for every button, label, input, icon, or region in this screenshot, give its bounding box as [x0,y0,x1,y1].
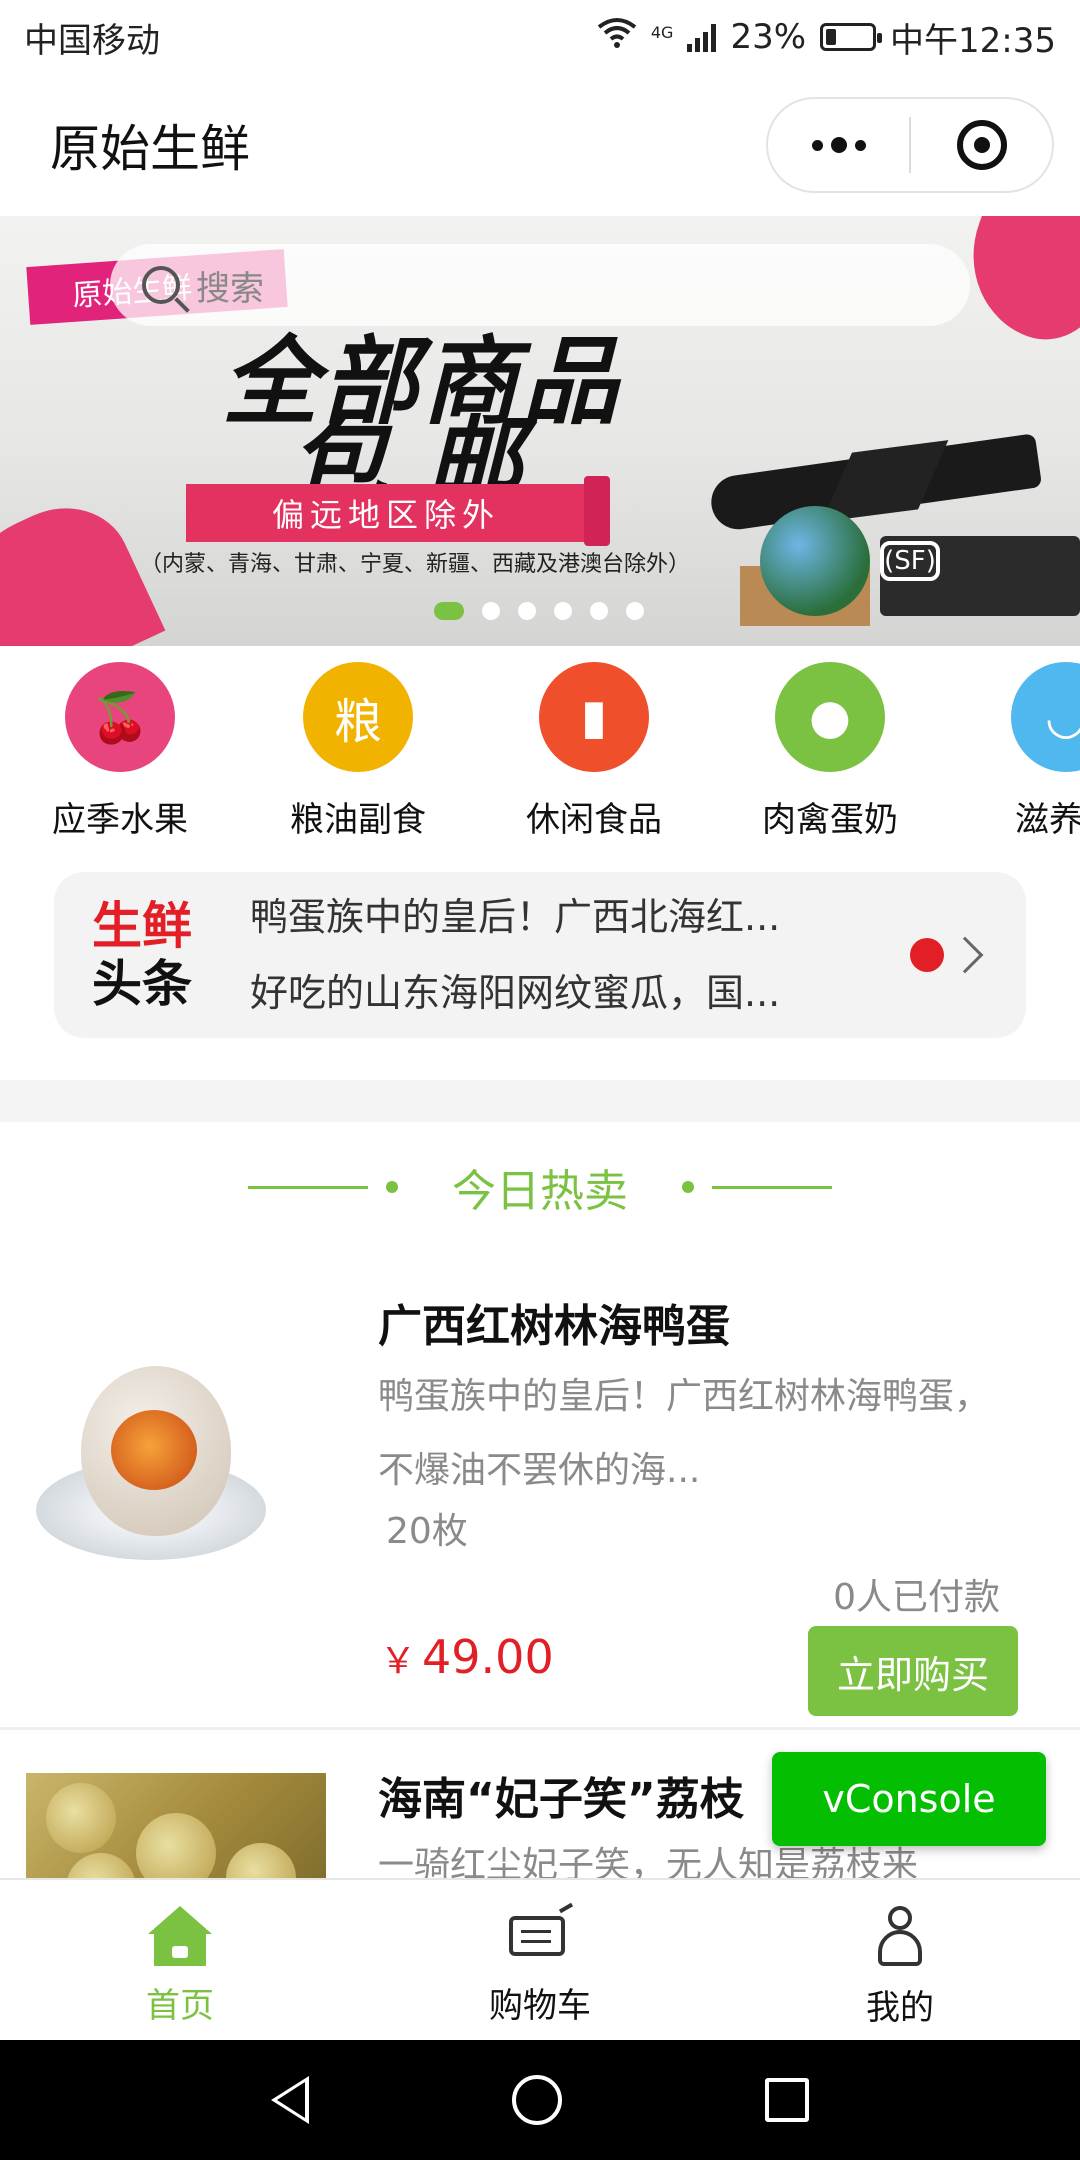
product-name[interactable]: 海南“妃子笑”荔枝 [378,1763,744,1827]
promo-banner[interactable]: 原始生鲜 搜索 全部商品 包邮 偏远地区除外 （内蒙、青海、甘肃、宁夏、新疆、西… [0,216,1080,646]
page-title: 原始生鲜 [50,120,250,178]
globe-image [760,506,870,616]
cherry-icon: 🍒 [65,662,175,772]
fries-icon: ▮ [539,662,649,772]
category-label: 滋养健 [1015,800,1080,840]
carousel-dot[interactable] [590,602,608,620]
paint-roller [584,476,610,546]
tab-cart[interactable]: 购物车 [360,1880,720,2040]
home-icon [148,1906,212,1966]
product-name[interactable]: 广西红树林海鸭蛋 [378,1290,730,1354]
section-heading: 今日热卖 [0,1152,1080,1222]
paid-count: 0人已付款 [833,1577,1000,1618]
banner-stripe-text: 偏远地区除外 [186,484,586,542]
signal-icon [687,22,717,52]
product-image-duck-egg[interactable] [26,1350,266,1590]
category-item[interactable]: ● 肉禽蛋奶 [730,662,930,841]
category-row: 🍒 应季水果 粮粮油副食 ▮ 休闲食品 ● 肉禽蛋奶 ◡ 滋养健 [0,646,1080,856]
search-icon [142,266,180,304]
carousel-dot[interactable] [518,602,536,620]
category-label: 休闲食品 [526,800,662,840]
more-button[interactable] [768,99,909,191]
user-icon [870,1906,930,1968]
category-label: 粮油副食 [290,800,426,840]
section-title: 今日热卖 [452,1166,628,1217]
carrier-label: 中国移动 [24,20,160,61]
product-description: 鸭蛋族中的皇后！广西红树林海鸭蛋，不爆油不罢休的海... [378,1376,991,1491]
category-label: 应季水果 [52,800,188,840]
news-logo-line1: 生鲜 [92,897,192,955]
clock: 中午12:35 [890,20,1056,61]
recent-apps-icon[interactable] [764,2078,809,2122]
vconsole-button[interactable]: vConsole [772,1752,1046,1846]
news-item[interactable]: 好吃的山东海阳网纹蜜瓜，国... [250,955,830,1031]
unread-dot [910,938,944,972]
tab-home-label: 首页 [146,1986,214,2026]
currency-symbol: ￥ [380,1641,417,1682]
battery-percent: 23% [730,17,807,57]
heading-line-right [712,1185,832,1189]
category-item[interactable]: 粮粮油副食 [258,662,458,841]
airplane-wing [821,440,949,522]
carousel-dot[interactable] [626,602,644,620]
status-bar: 中国移动 4G 23% 中午12:35 [0,0,1080,74]
carousel-dot[interactable] [434,602,464,620]
news-logo-line2: 头条 [92,955,192,1013]
heading-dot-left [386,1181,398,1193]
bowl-icon: ◡ [1011,662,1080,772]
category-label: 肉禽蛋奶 [762,800,898,840]
close-mini-program-button[interactable] [911,99,1052,191]
buy-now-button[interactable]: 立即购买 [808,1626,1018,1716]
section-gap [0,1080,1080,1122]
carousel-dot[interactable] [482,602,500,620]
capsule-menu [766,97,1054,193]
category-item[interactable]: 🍒 应季水果 [20,662,220,841]
news-lines: 鸭蛋族中的皇后！广西北海红... 好吃的山东海阳网纹蜜瓜，国... [240,879,910,1031]
carousel-indicators[interactable] [434,602,644,620]
category-item[interactable]: ◡ 滋养健 [966,662,1080,841]
system-navigation-bar [0,2040,1080,2160]
search-placeholder: 搜索 [196,268,264,309]
home-circle-icon[interactable] [511,2075,562,2125]
cart-icon [505,1902,575,1966]
status-icons: 4G 23% 中午12:35 [597,13,1056,62]
product-card[interactable]: 广西红树林海鸭蛋 鸭蛋族中的皇后！广西红树林海鸭蛋，不爆油不罢休的海... 20… [0,1250,1080,1730]
news-ticker[interactable]: 生鲜 头条 鸭蛋族中的皇后！广西北海红... 好吃的山东海阳网纹蜜瓜，国... [54,872,1026,1038]
heading-line-left [248,1185,368,1189]
battery-icon [820,23,883,51]
chicken-icon: ● [775,662,885,772]
banner-note: （内蒙、青海、甘肃、宁夏、新疆、西藏及港澳台除外） [140,552,691,577]
carousel-dot[interactable] [554,602,572,620]
heading-dot-right [682,1181,694,1193]
tab-bar: 首页 购物车 我的 [0,1878,1080,2040]
oil-icon: 粮 [303,662,413,772]
product-price: ￥ 49.00 [380,1630,554,1684]
tab-profile-label: 我的 [866,1988,934,2028]
category-item[interactable]: ▮ 休闲食品 [494,662,694,841]
tab-profile[interactable]: 我的 [720,1880,1080,2040]
back-icon[interactable] [271,2076,310,2124]
price-value: 49.00 [422,1630,554,1684]
tab-cart-label: 购物车 [489,1986,591,2026]
tab-home[interactable]: 首页 [0,1880,360,2040]
chevron-right-icon[interactable] [946,936,984,974]
mini-program-title-bar: 原始生鲜 [0,74,1080,216]
news-item[interactable]: 鸭蛋族中的皇后！广西北海红... [250,879,830,955]
wifi-icon [597,17,637,58]
news-logo: 生鲜 头条 [54,897,240,1013]
product-image-lychee[interactable] [26,1773,326,1878]
target-icon [956,120,1007,170]
product-spec: 20枚 [386,1511,468,1552]
sf-logo: (SF) [880,541,940,581]
more-dots-icon [811,137,866,153]
network-type: 4G [650,22,674,42]
